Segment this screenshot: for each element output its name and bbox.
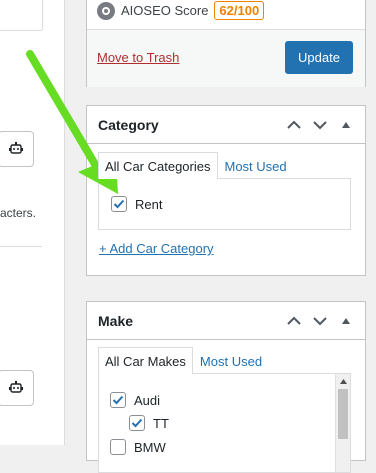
category-box: Category All Car Categories Most Used Re… [86,105,366,276]
make-item-label: BMW [134,439,166,455]
make-checklist: Audi TT BMW [98,373,351,473]
tab-most-used[interactable]: Most Used [193,347,269,374]
checkbox[interactable] [129,415,145,431]
move-down-button[interactable] [309,310,331,332]
make-item-label: TT [153,415,169,431]
checkbox[interactable] [111,196,127,212]
publish-box: AIOSEO Score 62/100 Move to Trash Update [86,0,366,87]
make-item-label: Audi [134,392,161,408]
aioseo-score-label: AIOSEO Score [121,3,209,18]
robot-icon [9,381,23,393]
category-tabs: All Car Categories Most Used [98,152,294,179]
category-item-label: Rent [135,196,163,212]
chevron-up-icon [287,120,301,129]
toggle-panel-button[interactable] [335,114,357,136]
triangle-up-icon [342,318,350,324]
left-panel: acters. [0,0,65,445]
checkbox[interactable] [110,392,126,408]
divider [42,0,43,30]
category-box-header: Category [87,106,365,144]
tab-all-car-makes[interactable]: All Car Makes [98,347,193,374]
make-tabs: All Car Makes Most Used [98,347,269,374]
divider [0,30,42,31]
add-car-category-link[interactable]: + Add Car Category [99,241,214,256]
move-to-trash-link[interactable]: Move to Trash [97,50,179,65]
category-item-rent[interactable]: Rent [111,196,162,212]
checklist-scrollbar[interactable] [335,374,350,472]
make-box: Make All Car Makes Most Used Audi TT BMW [86,301,366,473]
tab-all-car-categories[interactable]: All Car Categories [98,152,218,179]
triangle-up-icon [342,122,350,128]
move-down-button[interactable] [309,114,331,136]
aioseo-score-row: AIOSEO Score 62/100 [97,0,265,21]
checkmark-icon [131,418,143,428]
aioseo-score-badge[interactable]: 62/100 [214,1,265,20]
description-text: acters. [0,206,37,220]
category-title: Category [98,116,159,133]
chevron-down-icon [313,317,327,326]
aioseo-logo-icon [97,1,115,20]
checkmark-icon [112,395,124,405]
robot-icon [9,142,23,154]
make-box-header: Make [87,302,365,340]
chevron-up-icon [287,316,301,325]
robot-icon-button[interactable] [0,131,34,167]
make-item-bmw[interactable]: BMW [110,439,166,455]
scroll-up-arrow-icon[interactable] [336,374,350,388]
make-title: Make [98,312,134,329]
category-checklist: Rent [98,178,351,230]
chevron-down-icon [313,121,327,130]
divider [0,246,42,247]
make-item-tt[interactable]: TT [129,415,169,431]
tab-most-used[interactable]: Most Used [218,152,294,179]
checkbox[interactable] [110,439,126,455]
move-up-button[interactable] [283,310,305,332]
checkmark-icon [113,199,125,209]
make-item-audi[interactable]: Audi [110,392,160,408]
scrollbar-thumb[interactable] [338,389,348,439]
publish-actions: Move to Trash Update [87,29,365,87]
toggle-panel-button[interactable] [335,310,357,332]
update-button[interactable]: Update [285,41,353,74]
move-up-button[interactable] [283,114,305,136]
robot-icon-button[interactable] [0,370,34,406]
